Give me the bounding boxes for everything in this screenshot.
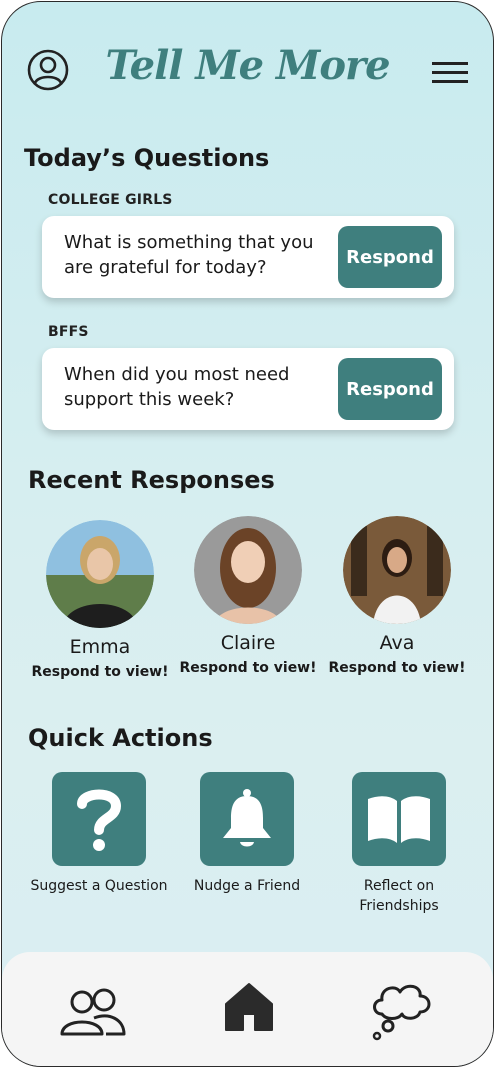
response-claire[interactable]: Claire Respond to view! <box>178 516 318 678</box>
response-emma[interactable]: Emma Respond to view! <box>30 520 170 682</box>
avatar <box>194 516 302 624</box>
group-label-college-girls: COLLEGE GIRLS <box>48 192 173 208</box>
bottom-nav <box>2 952 493 1066</box>
response-status: Respond to view! <box>179 660 317 676</box>
header: Tell Me More <box>2 2 493 132</box>
home-icon[interactable] <box>224 982 274 1032</box>
response-name: Claire <box>220 632 276 654</box>
quick-action-label: Suggest a Question <box>30 878 168 894</box>
question-mark-icon <box>77 789 122 851</box>
nudge-friend-tile[interactable] <box>200 772 294 866</box>
recent-responses-heading: Recent Responses <box>28 466 275 494</box>
open-book-icon <box>368 796 430 843</box>
response-name: Emma <box>69 636 131 658</box>
reflect-friendships-tile[interactable] <box>352 772 446 866</box>
quick-actions-heading: Quick Actions <box>28 724 213 752</box>
thought-bubble-icon[interactable] <box>368 980 434 1042</box>
group-label-bffs: BFFS <box>48 324 89 340</box>
friends-icon[interactable] <box>60 988 126 1038</box>
bell-icon <box>223 789 271 847</box>
question-text: What is something that you are grateful … <box>64 232 314 278</box>
quick-action-label: Nudge a Friend <box>193 878 301 894</box>
quick-action-label: Reflect on Friendships <box>359 878 439 914</box>
respond-button[interactable]: Respond <box>338 358 442 420</box>
response-status: Respond to view! <box>328 660 466 676</box>
quick-action-reflect-friendships[interactable]: Reflect on Friendships <box>324 772 474 916</box>
quick-action-suggest-question[interactable]: Suggest a Question <box>24 772 174 896</box>
quick-action-nudge-friend[interactable]: Nudge a Friend <box>172 772 322 896</box>
respond-button[interactable]: Respond <box>338 226 442 288</box>
app-title: Tell Me More <box>105 42 390 89</box>
response-name: Ava <box>379 632 415 654</box>
response-status: Respond to view! <box>31 664 169 680</box>
todays-questions-heading: Today’s Questions <box>24 144 270 172</box>
suggest-question-tile[interactable] <box>52 772 146 866</box>
phone-frame: Tell Me More Today’s Questions COLLEGE G… <box>1 1 494 1067</box>
question-card: What is something that you are grateful … <box>42 216 454 298</box>
avatar <box>343 516 451 624</box>
response-ava[interactable]: Ava Respond to view! <box>327 516 467 678</box>
avatar <box>46 520 154 628</box>
question-card: When did you most need support this week… <box>42 348 454 430</box>
question-text: When did you most need support this week… <box>64 364 290 410</box>
hamburger-menu-icon[interactable] <box>432 60 468 86</box>
